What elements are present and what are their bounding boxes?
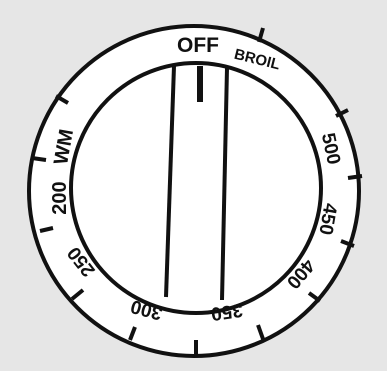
tick-mark <box>347 174 363 180</box>
oven-dial[interactable]: OFF BROIL WM 200 250 300 350 400 450 500 <box>0 0 387 371</box>
tick-mark <box>31 156 47 162</box>
temp-200-label: 200 <box>49 181 71 214</box>
off-label: OFF <box>177 34 219 57</box>
dial-inner-face <box>69 61 323 315</box>
dial-panel: OFF BROIL WM 200 250 300 350 400 450 500 <box>0 0 387 371</box>
knob-pointer <box>197 66 203 102</box>
temp-350-label: 350 <box>210 299 244 324</box>
